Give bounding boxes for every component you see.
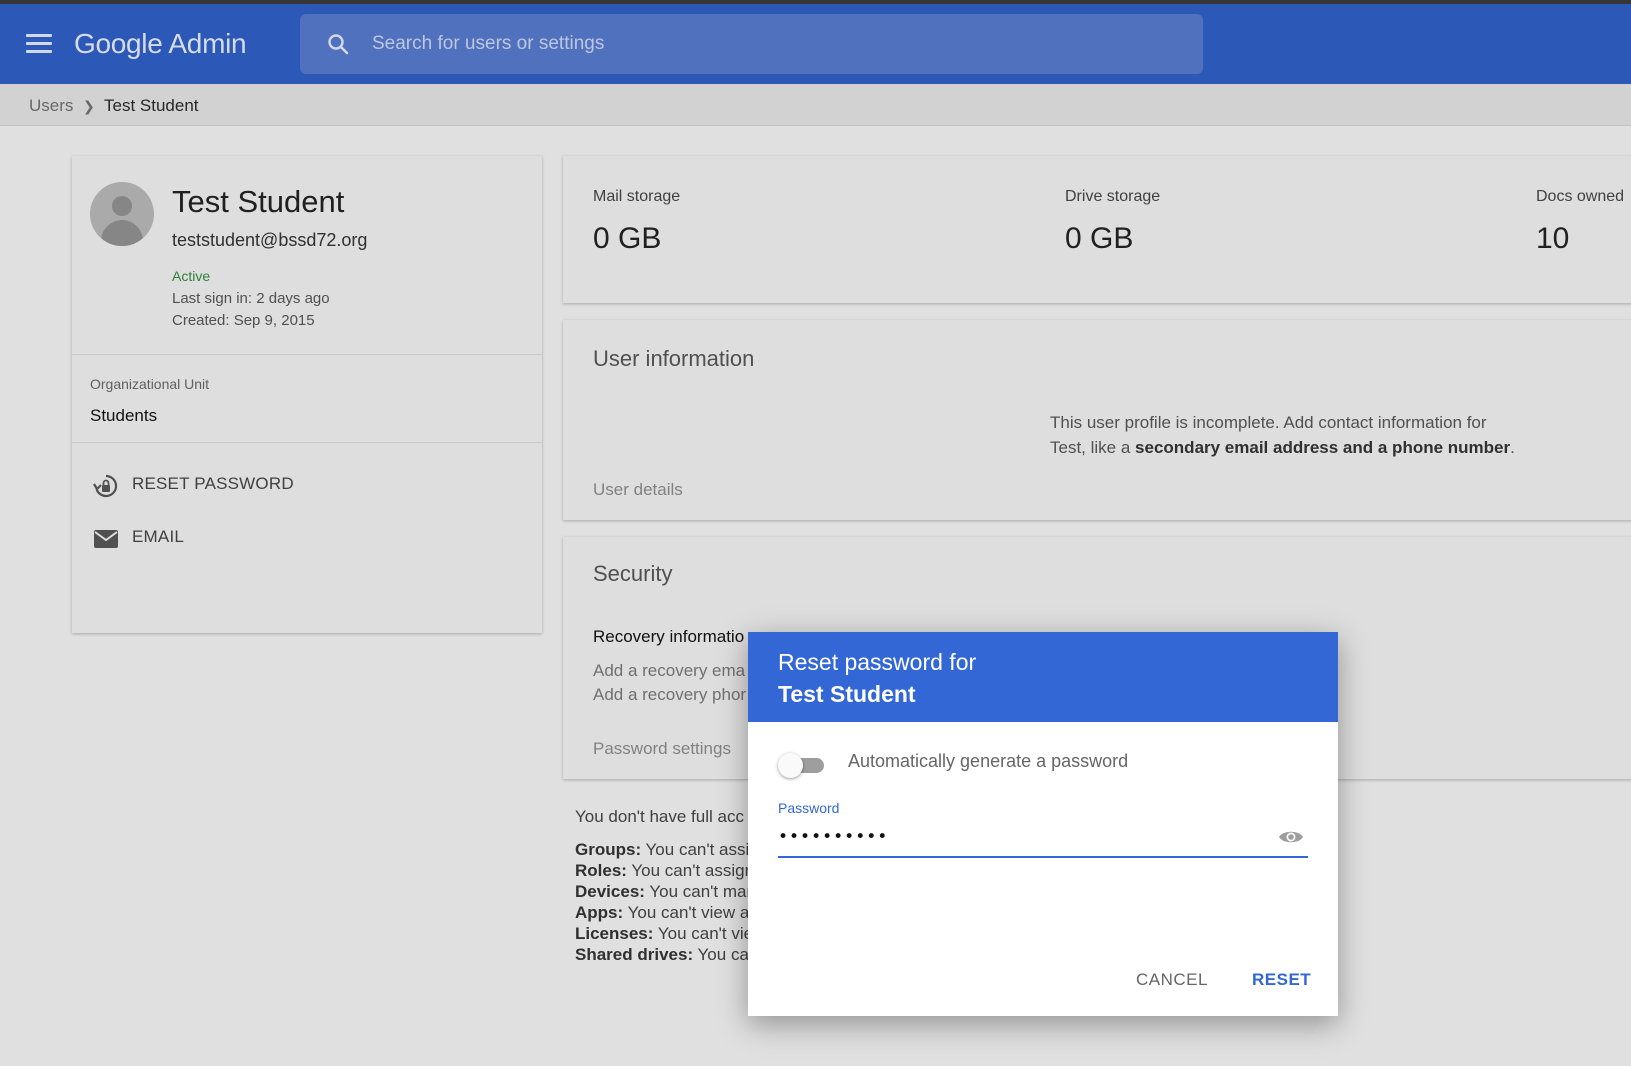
password-field-underline	[778, 856, 1308, 858]
reset-button[interactable]: RESET	[1252, 970, 1311, 990]
dialog-title: Reset password for	[778, 649, 977, 675]
password-field-label: Password	[778, 800, 840, 816]
auto-generate-password-label[interactable]: Automatically generate a password	[848, 751, 1128, 772]
auto-generate-password-toggle[interactable]	[778, 752, 824, 778]
show-password-eye-icon[interactable]	[1278, 828, 1304, 846]
dialog-header: Reset password for Test Student	[748, 632, 1338, 722]
password-field[interactable]	[778, 822, 1278, 852]
reset-password-dialog: Reset password for Test Student Automati…	[748, 632, 1338, 1016]
cancel-button[interactable]: CANCEL	[1136, 970, 1208, 990]
dialog-user-name: Test Student	[778, 681, 916, 707]
